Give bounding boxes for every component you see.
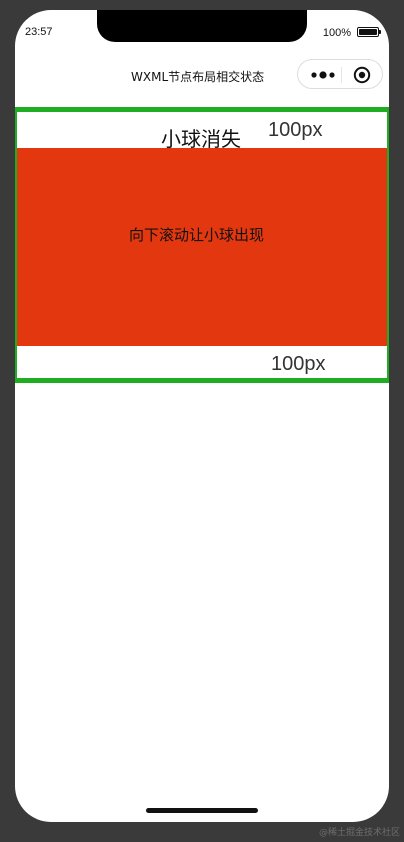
- miniprogram-capsule: [297, 59, 383, 89]
- bottom-margin-label: 100px: [271, 353, 326, 375]
- scroll-block[interactable]: 向下滚动让小球出现: [17, 148, 387, 346]
- page-title: WXML节点布局相交状态: [131, 70, 265, 84]
- status-time: 23:57: [25, 26, 53, 38]
- device-notch: [97, 10, 307, 42]
- battery-percent: 100%: [322, 27, 351, 39]
- watermark: @稀土掘金技术社区: [318, 828, 400, 838]
- phone-screen: 23:57 100% WXML节点布局相交状态 小球消失 100px 向下滚动让…: [15, 10, 389, 822]
- intersection-frame: 小球消失 100px 向下滚动让小球出现 100px: [15, 107, 389, 383]
- home-indicator: [146, 808, 258, 813]
- more-dots-icon[interactable]: [310, 69, 338, 81]
- scroll-hint: 向下滚动让小球出现: [129, 226, 265, 244]
- capsule-divider: [341, 67, 342, 83]
- top-margin-label: 100px: [268, 119, 323, 141]
- battery-icon: [357, 27, 381, 37]
- target-circle-icon[interactable]: [353, 66, 371, 84]
